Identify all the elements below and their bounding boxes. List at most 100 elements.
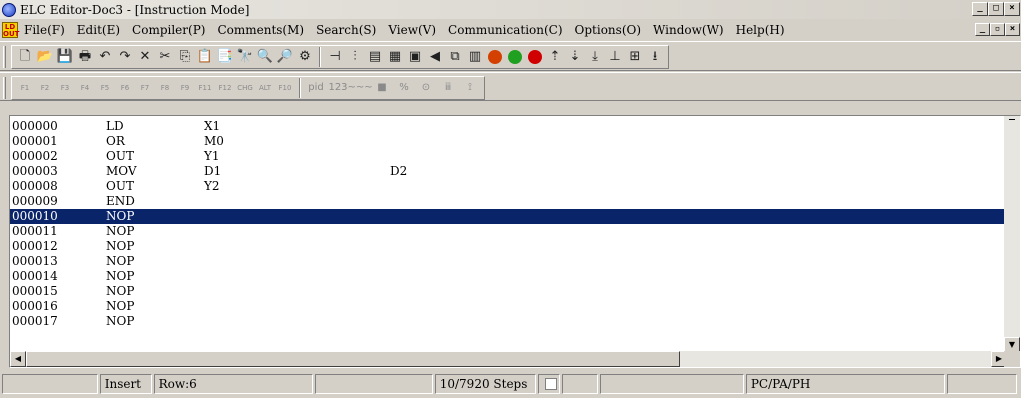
paste-icon[interactable]: 📋 bbox=[196, 48, 214, 66]
zoom-in-icon[interactable]: 🔍 bbox=[256, 48, 274, 66]
ladder-key-chg-icon[interactable]: CHG bbox=[236, 79, 254, 97]
instruction-row[interactable]: 000000 LD X1 bbox=[10, 119, 1007, 134]
instruction-row[interactable]: 000001 OR M0 bbox=[10, 134, 1007, 149]
menu-help[interactable]: Help(H) bbox=[730, 23, 791, 37]
toolbar-grip[interactable] bbox=[3, 77, 6, 99]
paste-special-icon[interactable]: 📑 bbox=[216, 48, 234, 66]
step-number: 000016 bbox=[12, 299, 58, 313]
status-panel-blank bbox=[562, 374, 599, 394]
doc-minimize-button[interactable]: _ bbox=[975, 23, 990, 36]
instruction-row[interactable]: 000014 NOP bbox=[10, 269, 1007, 284]
back-icon[interactable]: ◀ bbox=[426, 48, 444, 66]
toolbar-separator bbox=[299, 78, 301, 98]
download-icon[interactable]: ⇣ bbox=[566, 48, 584, 66]
instruction-row[interactable]: 000013 NOP bbox=[10, 254, 1007, 269]
copy-icon[interactable]: ⎘ bbox=[176, 48, 194, 66]
menu-options[interactable]: Options(O) bbox=[569, 23, 648, 37]
toolbar2-extra-1-icon[interactable]: 123 bbox=[328, 79, 348, 97]
toolbar2-extra-2-icon[interactable]: ~~~ bbox=[347, 79, 372, 97]
maximize-button[interactable]: □ bbox=[988, 2, 1004, 16]
horizontal-scroll-thumb[interactable] bbox=[26, 351, 680, 367]
plc-write-icon[interactable]: ⭳ bbox=[646, 48, 664, 66]
redo-icon[interactable]: ↷ bbox=[116, 48, 134, 66]
cut-icon[interactable]: ✂ bbox=[156, 48, 174, 66]
ladder-key-f5-icon[interactable]: F5 bbox=[96, 79, 114, 97]
menu-edit[interactable]: Edit(E) bbox=[71, 23, 126, 37]
save-icon[interactable]: 💾 bbox=[56, 48, 74, 66]
instruction-row[interactable]: 000017 NOP bbox=[10, 314, 1007, 329]
app-logo-icon[interactable] bbox=[2, 2, 16, 17]
zoom-out-icon[interactable]: 🔎 bbox=[276, 48, 294, 66]
doc-restore-button[interactable]: ▫ bbox=[990, 23, 1005, 36]
toolbar2-extra-4-icon[interactable]: % bbox=[394, 79, 414, 97]
online-icon[interactable] bbox=[486, 48, 504, 66]
instruction-row[interactable]: 000011 NOP bbox=[10, 224, 1007, 239]
instruction-icon[interactable]: ▤ bbox=[366, 48, 384, 66]
settings-icon[interactable]: ⚙ bbox=[296, 48, 314, 66]
menu-comments[interactable]: Comments(M) bbox=[211, 23, 310, 37]
output-end-icon[interactable]: ⊣ bbox=[326, 48, 344, 66]
transfer-icon[interactable]: ⤓ bbox=[586, 48, 604, 66]
monitor-icon[interactable]: ⧉ bbox=[446, 48, 464, 66]
run-icon[interactable] bbox=[506, 48, 524, 66]
instruction-row[interactable]: 000010 NOP bbox=[10, 209, 1007, 224]
ld-out-icon[interactable]: LD OUT bbox=[2, 22, 19, 38]
ladder-key-f9-icon[interactable]: F9 bbox=[176, 79, 194, 97]
toolbar2-extra-0-icon[interactable]: pid bbox=[306, 79, 326, 97]
delete-icon[interactable]: ✕ bbox=[136, 48, 154, 66]
toolbar2-extra-6-icon[interactable]: ⅲ bbox=[438, 79, 458, 97]
ladder-key-f12-icon[interactable]: F12 bbox=[216, 79, 234, 97]
device-icon[interactable]: ▥ bbox=[466, 48, 484, 66]
ladder-key-f4-icon[interactable]: F4 bbox=[76, 79, 94, 97]
binary-icon[interactable]: ⊞ bbox=[626, 48, 644, 66]
toolbar2-extra-5-icon[interactable]: ⊙ bbox=[416, 79, 436, 97]
menu-search[interactable]: Search(S) bbox=[310, 23, 382, 37]
stop-icon[interactable] bbox=[526, 48, 544, 66]
scrollbar-corner bbox=[1004, 351, 1020, 367]
ladder-key-f10-icon[interactable]: F10 bbox=[276, 79, 294, 97]
ladder-key-f11-icon[interactable]: F11 bbox=[196, 79, 214, 97]
instruction-row[interactable]: 000002 OUT Y1 bbox=[10, 149, 1007, 164]
ladder-key-f7-icon[interactable]: F7 bbox=[136, 79, 154, 97]
ladder-key-f3-icon[interactable]: F3 bbox=[56, 79, 74, 97]
ladder-key-f8-icon[interactable]: F8 bbox=[156, 79, 174, 97]
minimize-button[interactable]: _ bbox=[972, 2, 988, 16]
table-icon[interactable]: ▣ bbox=[406, 48, 424, 66]
ladder-key-f6-icon[interactable]: F6 bbox=[116, 79, 134, 97]
sfc-icon[interactable]: ▦ bbox=[386, 48, 404, 66]
window-controls: _ □ × bbox=[972, 2, 1020, 16]
ladder-key-alt-icon[interactable]: ALT bbox=[256, 79, 274, 97]
undo-icon[interactable]: ↶ bbox=[96, 48, 114, 66]
toolbar2-extra-3-icon[interactable]: ■ bbox=[372, 79, 392, 97]
instruction-editor[interactable]: 000000 LD X1 000001 OR M0 000002 OUT Y1 000003 MOV… bbox=[9, 115, 1021, 368]
ladder-icon[interactable]: ⫶ bbox=[346, 48, 364, 66]
menu-compiler[interactable]: Compiler(P) bbox=[126, 23, 211, 37]
code-icon[interactable]: ⊥ bbox=[606, 48, 624, 66]
instruction-row[interactable]: 000016 NOP bbox=[10, 299, 1007, 314]
new-file-icon[interactable]: 🗋 bbox=[16, 48, 34, 66]
scroll-left-button[interactable]: ◀ bbox=[10, 351, 26, 367]
toolbar-grip[interactable] bbox=[3, 46, 6, 68]
instruction-row[interactable]: 000003 MOV D1 D2 bbox=[10, 164, 1007, 179]
instruction-row[interactable]: 000009 END bbox=[10, 194, 1007, 209]
print-icon[interactable]: 🖶 bbox=[76, 48, 94, 66]
open-folder-icon[interactable]: 📂 bbox=[36, 48, 54, 66]
doc-close-button[interactable]: × bbox=[1005, 23, 1020, 36]
status-plc-type: PC/PA/PH bbox=[745, 374, 946, 394]
scroll-marker bbox=[1009, 119, 1015, 120]
horizontal-scrollbar[interactable]: ◀ ▶ bbox=[10, 351, 1007, 367]
vertical-scrollbar[interactable]: ▼ bbox=[1004, 116, 1020, 353]
menu-view[interactable]: View(V) bbox=[382, 23, 442, 37]
instruction-row[interactable]: 000015 NOP bbox=[10, 284, 1007, 299]
ladder-key-f2-icon[interactable]: F2 bbox=[36, 79, 54, 97]
menu-communication[interactable]: Communication(C) bbox=[442, 23, 569, 37]
close-button[interactable]: × bbox=[1004, 2, 1020, 16]
instruction-row[interactable]: 000012 NOP bbox=[10, 239, 1007, 254]
upload-icon[interactable]: ⇡ bbox=[546, 48, 564, 66]
menu-file[interactable]: File(F) bbox=[18, 23, 71, 37]
find-icon[interactable]: 🔭 bbox=[236, 48, 254, 66]
menu-window[interactable]: Window(W) bbox=[647, 23, 730, 37]
instruction-row[interactable]: 000008 OUT Y2 bbox=[10, 179, 1007, 194]
toolbar2-extra-7-icon[interactable]: ⟟ bbox=[460, 79, 480, 97]
ladder-key-f1-icon[interactable]: F1 bbox=[16, 79, 34, 97]
